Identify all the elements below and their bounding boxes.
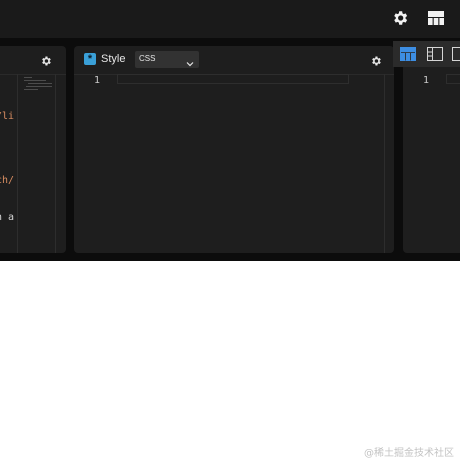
panel-header (0, 46, 66, 75)
panel-header: * Style CSS (74, 46, 394, 75)
line-number: 1 (94, 75, 101, 86)
gear-icon[interactable] (370, 54, 382, 66)
code-line[interactable]: In a (0, 212, 14, 223)
code-line[interactable]: rch/ (0, 175, 14, 186)
layout-toolbar (393, 41, 460, 67)
language-select-value: CSS (139, 54, 156, 63)
chevron-down-icon (186, 55, 194, 73)
top-bar (0, 0, 460, 38)
gear-icon[interactable] (389, 7, 411, 29)
watermark: @稀土掘金技术社区 (364, 448, 454, 459)
layout-top-icon[interactable] (399, 45, 417, 63)
language-select[interactable]: CSS (135, 51, 199, 68)
line-number: 1 (423, 75, 430, 86)
panel-title: Style (101, 53, 126, 65)
layout-right-icon[interactable] (451, 45, 460, 63)
js-editor-panel: 1 (403, 46, 460, 253)
layout-left-icon[interactable] (426, 45, 444, 63)
editor-scrollbar[interactable] (384, 74, 385, 253)
minimap-scrollbar[interactable] (55, 74, 56, 253)
gear-icon[interactable] (40, 54, 52, 66)
code-editor-current-line[interactable] (117, 74, 349, 84)
code-line[interactable]: x/li (0, 111, 14, 122)
minimap[interactable] (24, 76, 54, 92)
code-editor-current-line[interactable] (446, 74, 460, 84)
app-window: x/li rch/ In a * Style CSS (0, 0, 460, 261)
style-editor-panel: * Style CSS 1 (74, 46, 394, 253)
editor-divider (17, 74, 18, 253)
style-badge-icon: * (84, 53, 96, 65)
grid-layout-icon[interactable] (425, 7, 447, 29)
html-editor-panel: x/li rch/ In a (0, 46, 66, 253)
